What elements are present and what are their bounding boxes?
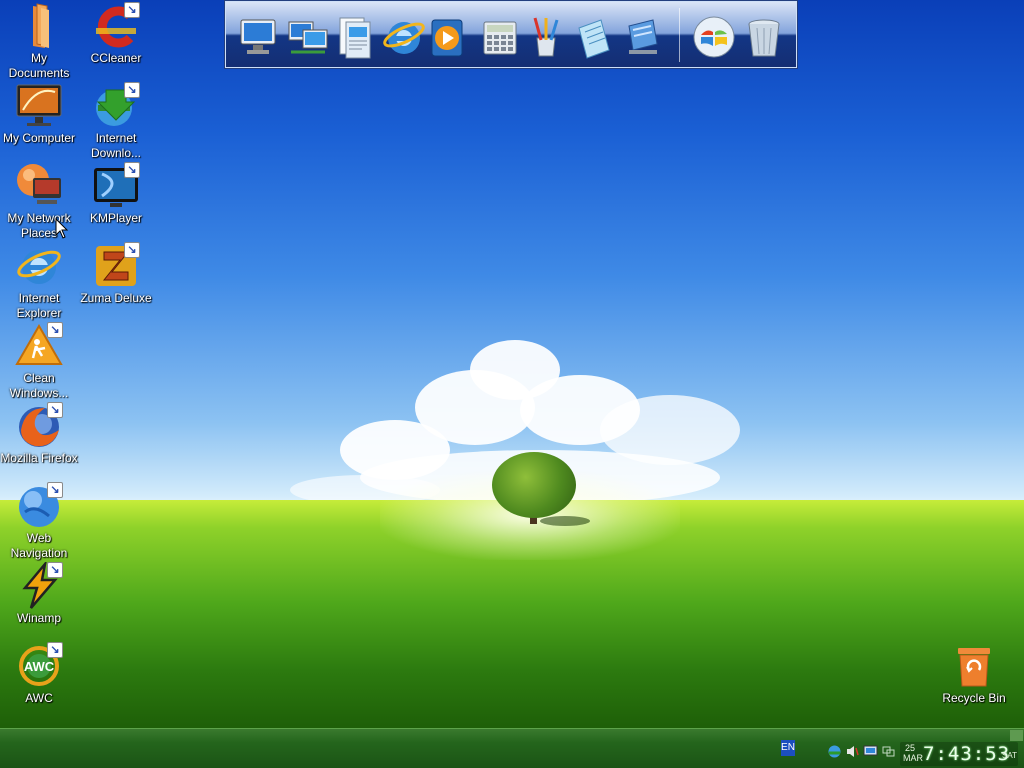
internet-explorer-icon xyxy=(383,22,425,54)
desktop-icon-ccleaner[interactable]: ↘ CCleaner xyxy=(76,2,156,66)
icon-label: Clean Windows... xyxy=(9,371,69,400)
desktop-icon-internet-download-manager[interactable]: ↘ Internet Downlo... xyxy=(76,82,156,161)
desktop-icon-my-documents[interactable]: My Documents xyxy=(0,2,79,81)
calculator-icon xyxy=(483,21,517,55)
icon-label: Internet Explorer xyxy=(16,291,62,320)
connection-tray-icon[interactable] xyxy=(881,744,896,759)
desktop-icon-internet-explorer[interactable]: Internet Explorer xyxy=(0,242,79,321)
display-tray-icon[interactable] xyxy=(863,744,878,759)
dock-item-recycle-bin[interactable] xyxy=(741,14,787,60)
icon-label: Mozilla Firefox xyxy=(0,451,78,465)
icon-label: KMPlayer xyxy=(89,211,142,225)
icon-label: CCleaner xyxy=(90,51,142,65)
windows-start-icon xyxy=(693,16,735,58)
language-indicator[interactable]: EN xyxy=(781,740,795,756)
icon-label: Recycle Bin xyxy=(942,691,1006,705)
desktop-icon-winamp[interactable]: ↘ Winamp xyxy=(0,559,79,626)
desktop-icon-recycle-bin[interactable]: Recycle Bin xyxy=(934,642,1014,706)
shortcut-arrow-icon: ↘ xyxy=(47,402,63,418)
shortcut-arrow-icon: ↘ xyxy=(124,162,140,178)
shortcut-arrow-icon: ↘ xyxy=(47,482,63,498)
monitor-icon xyxy=(240,19,276,54)
icon-label: AWC xyxy=(25,691,53,705)
desktop-icon-kmplayer[interactable]: ↘ KMPlayer xyxy=(76,162,156,226)
date-day: 25 xyxy=(905,743,916,753)
media-player-icon xyxy=(431,19,463,57)
computer-icon xyxy=(16,84,62,126)
date-month: MAR xyxy=(903,753,923,763)
shortcut-arrow-icon: ↘ xyxy=(47,642,63,658)
dock-separator xyxy=(679,8,680,62)
dock-item-notepad[interactable] xyxy=(571,14,617,60)
dock-item-calculator[interactable] xyxy=(476,14,522,60)
network-places-icon xyxy=(17,164,61,204)
folder-icon xyxy=(33,3,49,48)
paint-brushes-icon xyxy=(533,17,559,57)
network-computers-icon xyxy=(288,21,328,54)
show-desktop-button[interactable] xyxy=(1010,730,1023,741)
icon-label: My Documents xyxy=(8,51,70,80)
dock-item-media-player[interactable] xyxy=(426,14,472,60)
desktop-icon-web-navigation[interactable]: ↘ Web Navigation xyxy=(0,482,79,561)
tree xyxy=(492,452,576,518)
dock-item-network[interactable] xyxy=(285,14,331,60)
tree-shadow xyxy=(540,516,590,526)
shortcut-arrow-icon: ↘ xyxy=(124,2,140,18)
shortcut-arrow-icon: ↘ xyxy=(124,242,140,258)
icon-label: Internet Downlo... xyxy=(90,131,142,160)
icon-label: My Computer xyxy=(2,131,76,145)
dock-item-start[interactable] xyxy=(691,14,737,60)
shortcut-arrow-icon: ↘ xyxy=(124,82,140,98)
desktop-icon-my-computer[interactable]: My Computer xyxy=(0,82,79,146)
weekday: SAT xyxy=(1002,751,1017,760)
trash-icon xyxy=(748,19,780,57)
dock-item-documents[interactable] xyxy=(332,14,378,60)
shortcut-arrow-icon: ↘ xyxy=(47,322,63,338)
desktop[interactable]: My Documents My Computer My Network Plac xyxy=(0,0,1024,728)
notepad-icon xyxy=(578,19,610,59)
dock-item-control-panel[interactable] xyxy=(619,14,665,60)
shortcut-arrow-icon: ↘ xyxy=(47,562,63,578)
desktop-icon-zuma-deluxe[interactable]: ↘ Zuma Deluxe xyxy=(76,242,156,306)
dock-bar xyxy=(225,1,797,68)
desktop-icon-mozilla-firefox[interactable]: ↘ Mozilla Firefox xyxy=(0,402,79,466)
dock-item-internet-explorer[interactable] xyxy=(381,14,427,60)
control-panel-icon xyxy=(628,19,658,54)
clock[interactable]: 25 MAR 7:43:53 SAT xyxy=(900,742,1018,766)
desktop-icon-awc[interactable]: AWC ↘ AWC xyxy=(0,642,79,706)
icon-label: Zuma Deluxe xyxy=(80,291,152,305)
svg-text:AWC: AWC xyxy=(24,659,55,674)
network-tray-icon[interactable] xyxy=(827,744,842,759)
internet-explorer-icon xyxy=(17,250,61,284)
icon-label: Winamp xyxy=(16,611,61,625)
volume-tray-icon[interactable] xyxy=(845,744,860,759)
desktop-icon-clean-windows[interactable]: ↘ Clean Windows... xyxy=(0,322,79,401)
mouse-cursor-icon xyxy=(55,218,69,239)
taskbar: EN 25 MAR 7:43:53 SAT xyxy=(0,728,1024,768)
dock-item-paint[interactable] xyxy=(523,14,569,60)
documents-icon xyxy=(339,17,371,59)
recycle-bin-icon xyxy=(958,648,990,687)
dock-item-my-computer[interactable] xyxy=(235,14,281,60)
clock-time: 7:43:53 xyxy=(923,743,1011,765)
icon-label: Web Navigation xyxy=(10,531,68,560)
